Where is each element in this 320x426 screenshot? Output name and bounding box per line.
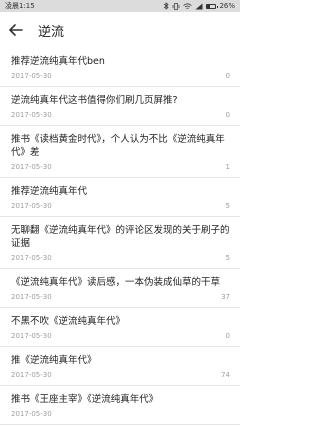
post-date: 2017-05-30 xyxy=(11,371,52,379)
list-item[interactable]: 无聊翻《逆流纯真年代》的评论区发现的关于刷子的证据 2017-05-30 5 xyxy=(0,217,240,269)
signal-icon xyxy=(195,3,203,10)
post-date: 2017-05-30 xyxy=(11,72,52,80)
post-meta: 2017-05-30 1 xyxy=(11,163,230,172)
reply-count: 5 xyxy=(225,202,230,210)
reply-count: 37 xyxy=(221,293,230,301)
status-time: 凌晨1:15 xyxy=(5,2,35,10)
post-meta: 2017-05-30 xyxy=(11,410,230,419)
page-title: 逆流 xyxy=(38,24,65,40)
post-date: 2017-05-30 xyxy=(11,293,52,301)
post-meta: 2017-05-30 0 xyxy=(11,72,230,81)
screen: 凌晨1:15 26% 逆流 推荐逆流纯真年代ben 2017-05-30 0 逆… xyxy=(0,0,240,426)
toolbar: 逆流 xyxy=(0,12,240,48)
reply-count: 74 xyxy=(221,371,230,379)
battery-level xyxy=(207,4,210,8)
status-icons: 26% xyxy=(163,0,235,12)
reply-count: 0 xyxy=(225,72,230,80)
post-title: 推荐逆流纯真年代ben xyxy=(11,56,105,67)
list-item[interactable]: 推《逆流纯真年代》 2017-05-30 74 xyxy=(0,347,240,386)
post-meta: 2017-05-30 0 xyxy=(11,111,230,120)
post-date: 2017-05-30 xyxy=(11,332,52,340)
list-item[interactable]: 推书《王座主宰》《逆流纯真年代》 2017-05-30 xyxy=(0,386,240,425)
post-title: 《逆流纯真年代》读后感，一本伪装成仙草的干草 xyxy=(11,277,221,288)
post-date: 2017-05-30 xyxy=(11,111,52,119)
post-title: 无聊翻《逆流纯真年代》的评论区发现的关于刷子的证据 xyxy=(11,225,230,249)
post-title: 逆流纯真年代这书值得你们刷几页屏推? xyxy=(11,95,178,106)
reply-count: 0 xyxy=(225,332,230,340)
list-item[interactable]: 推荐逆流纯真年代ben 2017-05-30 0 xyxy=(0,48,240,87)
status-bar: 凌晨1:15 26% xyxy=(0,0,240,12)
list-item[interactable]: 推书《读档黄金时代》，个人认为不比《逆流纯真年代》差 2017-05-30 1 xyxy=(0,126,240,178)
vibrate-icon xyxy=(172,2,180,10)
post-date: 2017-05-30 xyxy=(11,254,52,262)
post-title: 推《逆流纯真年代》 xyxy=(11,355,97,366)
reply-count: 5 xyxy=(225,254,230,262)
post-title: 推书《读档黄金时代》，个人认为不比《逆流纯真年代》差 xyxy=(11,134,225,158)
post-date: 2017-05-30 xyxy=(11,202,52,210)
post-title: 推书《王座主宰》《逆流纯真年代》 xyxy=(11,394,159,405)
reply-count: 1 xyxy=(225,163,230,171)
post-meta: 2017-05-30 5 xyxy=(11,202,230,211)
post-date: 2017-05-30 xyxy=(11,163,52,171)
list-item[interactable]: 逆流纯真年代这书值得你们刷几页屏推? 2017-05-30 0 xyxy=(0,87,240,126)
battery-percent: 26% xyxy=(219,2,235,10)
post-list[interactable]: 推荐逆流纯真年代ben 2017-05-30 0 逆流纯真年代这书值得你们刷几页屏推?… xyxy=(0,48,240,426)
battery-icon xyxy=(206,3,219,9)
post-title: 推荐逆流纯真年代 xyxy=(11,186,88,197)
list-item[interactable]: 《逆流纯真年代》读后感，一本伪装成仙草的干草 2017-05-30 37 xyxy=(0,269,240,308)
list-item[interactable]: 不黑不吹《逆流纯真年代》 2017-05-30 0 xyxy=(0,308,240,347)
wifi-icon xyxy=(183,2,193,10)
reply-count: 0 xyxy=(225,111,230,119)
post-meta: 2017-05-30 74 xyxy=(11,371,230,380)
arrow-left-icon xyxy=(9,24,23,36)
post-meta: 2017-05-30 5 xyxy=(11,254,230,263)
back-button[interactable] xyxy=(2,12,30,48)
post-date: 2017-05-30 xyxy=(11,410,52,418)
bluetooth-icon xyxy=(163,2,170,10)
list-item[interactable]: 推荐逆流纯真年代 2017-05-30 5 xyxy=(0,178,240,217)
post-meta: 2017-05-30 37 xyxy=(11,293,230,302)
post-meta: 2017-05-30 0 xyxy=(11,332,230,341)
post-title: 不黑不吹《逆流纯真年代》 xyxy=(11,316,126,327)
